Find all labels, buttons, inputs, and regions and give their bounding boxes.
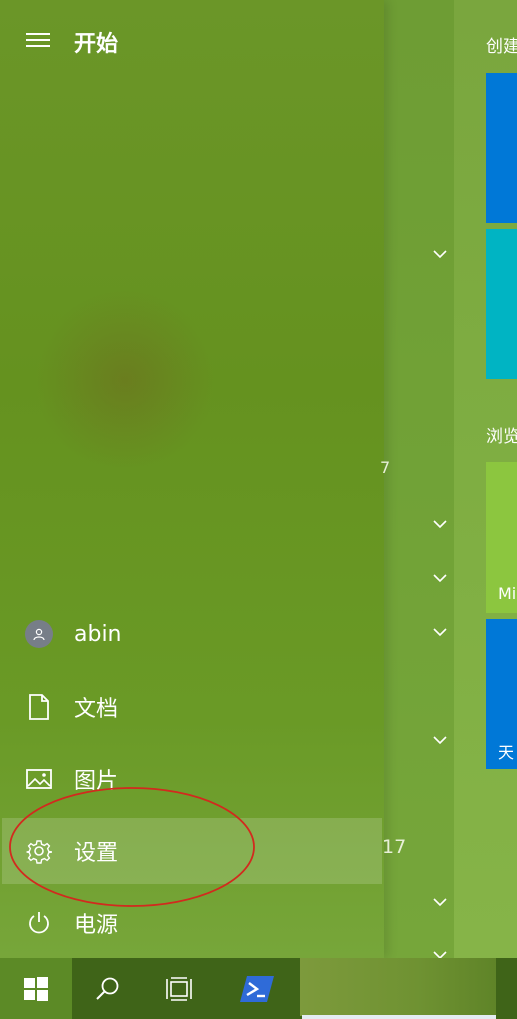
tile-group-label: 创建 xyxy=(486,37,517,57)
search-icon xyxy=(96,977,119,1000)
chevron-down-icon[interactable] xyxy=(432,519,448,529)
tile-group-label: 浏览 xyxy=(486,427,517,447)
chevron-down-icon[interactable] xyxy=(432,897,448,907)
tile-teal[interactable] xyxy=(486,229,517,379)
app-list-fragment: 17 xyxy=(382,836,407,858)
nav-item-documents[interactable]: 文档 xyxy=(2,674,382,740)
chevron-down-icon[interactable] xyxy=(432,950,448,958)
chevron-down-icon[interactable] xyxy=(432,735,448,745)
active-app-indicator xyxy=(302,1015,496,1019)
nav-item-user[interactable]: abin xyxy=(2,601,382,667)
running-app-button[interactable] xyxy=(300,958,496,1016)
power-icon xyxy=(24,908,54,938)
tile-mi[interactable]: Mi xyxy=(486,462,517,613)
windows-icon xyxy=(24,976,48,1001)
app-list-strip xyxy=(384,0,454,958)
app-list-fragment: 7 xyxy=(380,458,391,477)
tile-label: 天 xyxy=(498,743,515,762)
search-button[interactable] xyxy=(72,958,142,1019)
chevron-down-icon[interactable] xyxy=(432,573,448,583)
nav-item-pictures[interactable]: 图片 xyxy=(2,746,382,812)
nav-item-power[interactable]: 电源 xyxy=(2,890,382,956)
start-button[interactable] xyxy=(0,958,72,1019)
start-title: 开始 xyxy=(74,32,119,57)
chevron-down-icon[interactable] xyxy=(432,249,448,259)
task-view-button[interactable] xyxy=(144,958,214,1019)
nav-item-label: abin xyxy=(74,621,122,647)
hamburger-icon[interactable] xyxy=(26,33,50,49)
nav-item-settings[interactable]: 设置 xyxy=(2,818,382,884)
nav-item-label: 电源 xyxy=(74,913,119,938)
taskbar xyxy=(0,958,517,1019)
nav-item-label: 文档 xyxy=(74,697,119,722)
picture-icon xyxy=(24,764,54,794)
document-icon xyxy=(24,692,54,722)
powershell-button[interactable] xyxy=(222,958,292,1019)
chevron-down-icon[interactable] xyxy=(432,627,448,637)
gear-icon xyxy=(24,836,54,866)
start-nav-pane xyxy=(0,0,384,958)
tile-label: Mi xyxy=(498,584,517,603)
task-view-icon xyxy=(166,976,192,1001)
tile-tian[interactable]: 天 xyxy=(486,619,517,769)
nav-item-label: 图片 xyxy=(74,769,119,794)
powershell-icon xyxy=(240,975,274,1002)
nav-item-label: 设置 xyxy=(74,841,119,866)
person-icon xyxy=(24,619,54,649)
tile-blue-1[interactable] xyxy=(486,73,517,223)
